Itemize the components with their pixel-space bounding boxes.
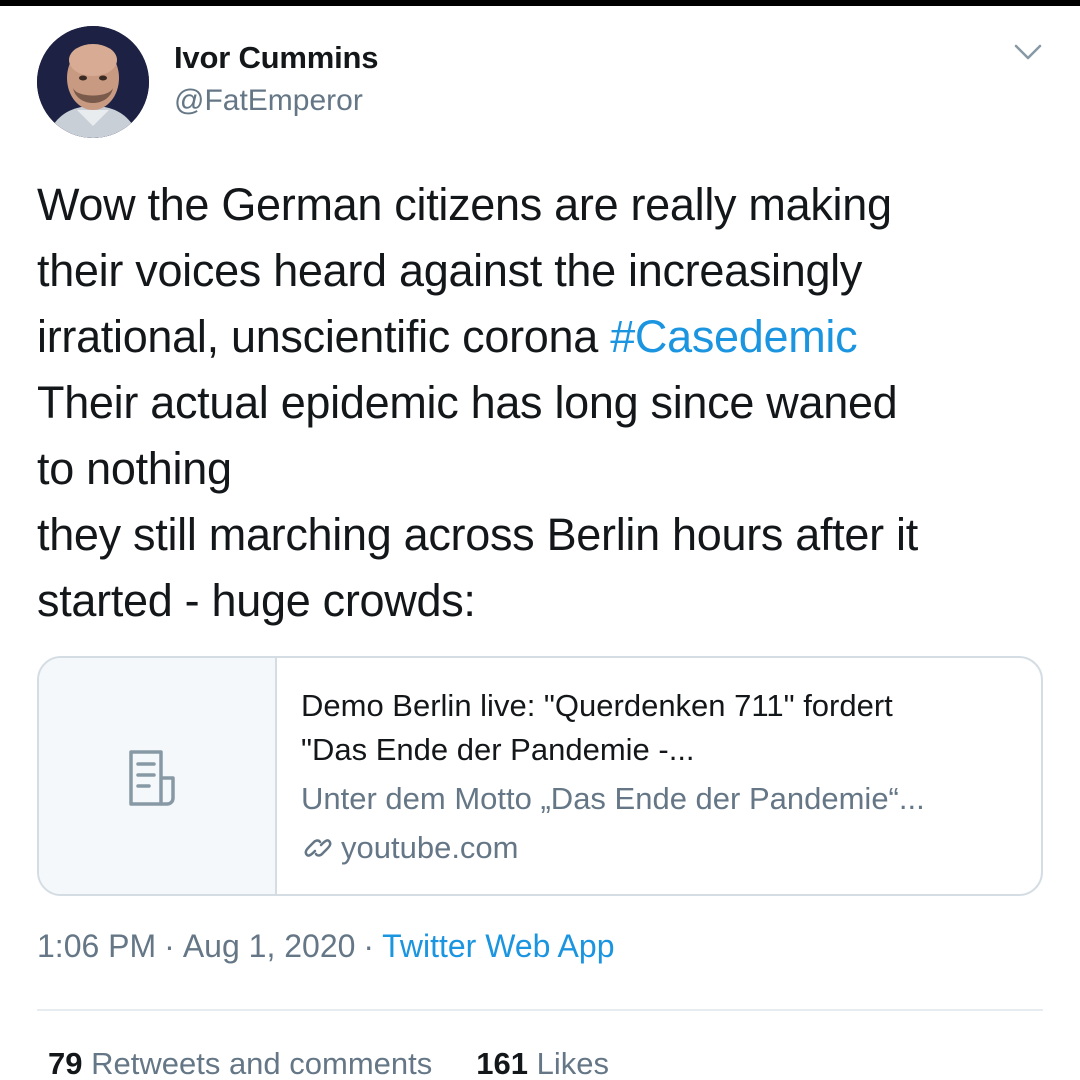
divider <box>37 1009 1043 1011</box>
avatar[interactable] <box>37 26 149 138</box>
link-icon <box>304 839 332 857</box>
tweet-line: they still marching across Berlin hours … <box>37 509 918 560</box>
card-domain-row: youtube.com <box>301 826 1021 870</box>
meta-separator: · <box>363 928 375 964</box>
link-preview-card[interactable]: Demo Berlin live: "Querdenken 711" forde… <box>37 656 1043 896</box>
hashtag-link[interactable]: #Casedemic <box>610 311 857 362</box>
chevron-down-icon[interactable] <box>1012 40 1044 64</box>
retweets-stat[interactable]: 79 Retweets and comments <box>48 1046 432 1080</box>
retweets-label: Retweets and comments <box>91 1046 433 1080</box>
card-thumbnail <box>39 658 277 894</box>
card-description: Unter dem Motto „Das Ende der Pandemie“.… <box>301 781 925 816</box>
likes-label: Likes <box>536 1046 609 1080</box>
tweet-time[interactable]: 1:06 PM <box>37 928 156 964</box>
tweet-line: their voices heard against the increasin… <box>37 245 863 296</box>
likes-stat[interactable]: 161 Likes <box>476 1046 609 1080</box>
card-body: Demo Berlin live: "Querdenken 711" forde… <box>301 684 1021 870</box>
tweet-line: to nothing <box>37 443 232 494</box>
retweets-count: 79 <box>48 1046 83 1080</box>
tweet-line: Their actual epidemic has long since wan… <box>37 377 898 428</box>
tweet-line: irrational, unscientific corona #Casedem… <box>37 304 1047 370</box>
tweet-line-text: irrational, unscientific corona <box>37 311 611 362</box>
document-icon <box>129 750 175 806</box>
tweet-meta: 1:06 PM · Aug 1, 2020 · Twitter Web App <box>37 928 614 965</box>
card-title: Demo Berlin live: "Querdenken 711" forde… <box>301 684 1021 772</box>
tweet-line: started - huge crowds: <box>37 575 476 626</box>
avatar-photo <box>37 26 149 138</box>
author-handle[interactable]: @FatEmperor <box>174 84 363 118</box>
author-display-name[interactable]: Ivor Cummins <box>174 40 379 76</box>
top-border <box>0 0 1080 6</box>
tweet-source-link[interactable]: Twitter Web App <box>382 928 614 964</box>
meta-separator: · <box>164 928 175 964</box>
tweet-stats: 79 Retweets and comments 161 Likes <box>48 1046 609 1080</box>
tweet-date[interactable]: Aug 1, 2020 <box>183 928 356 964</box>
card-domain: youtube.com <box>341 830 519 865</box>
tweet-text: Wow the German citizens are really makin… <box>37 172 1047 634</box>
card-title-line: Demo Berlin live: "Querdenken 711" forde… <box>301 688 893 723</box>
likes-count: 161 <box>476 1046 528 1080</box>
card-title-line: "Das Ende der Pandemie -... <box>301 732 695 767</box>
tweet-line: Wow the German citizens are really makin… <box>37 179 892 230</box>
